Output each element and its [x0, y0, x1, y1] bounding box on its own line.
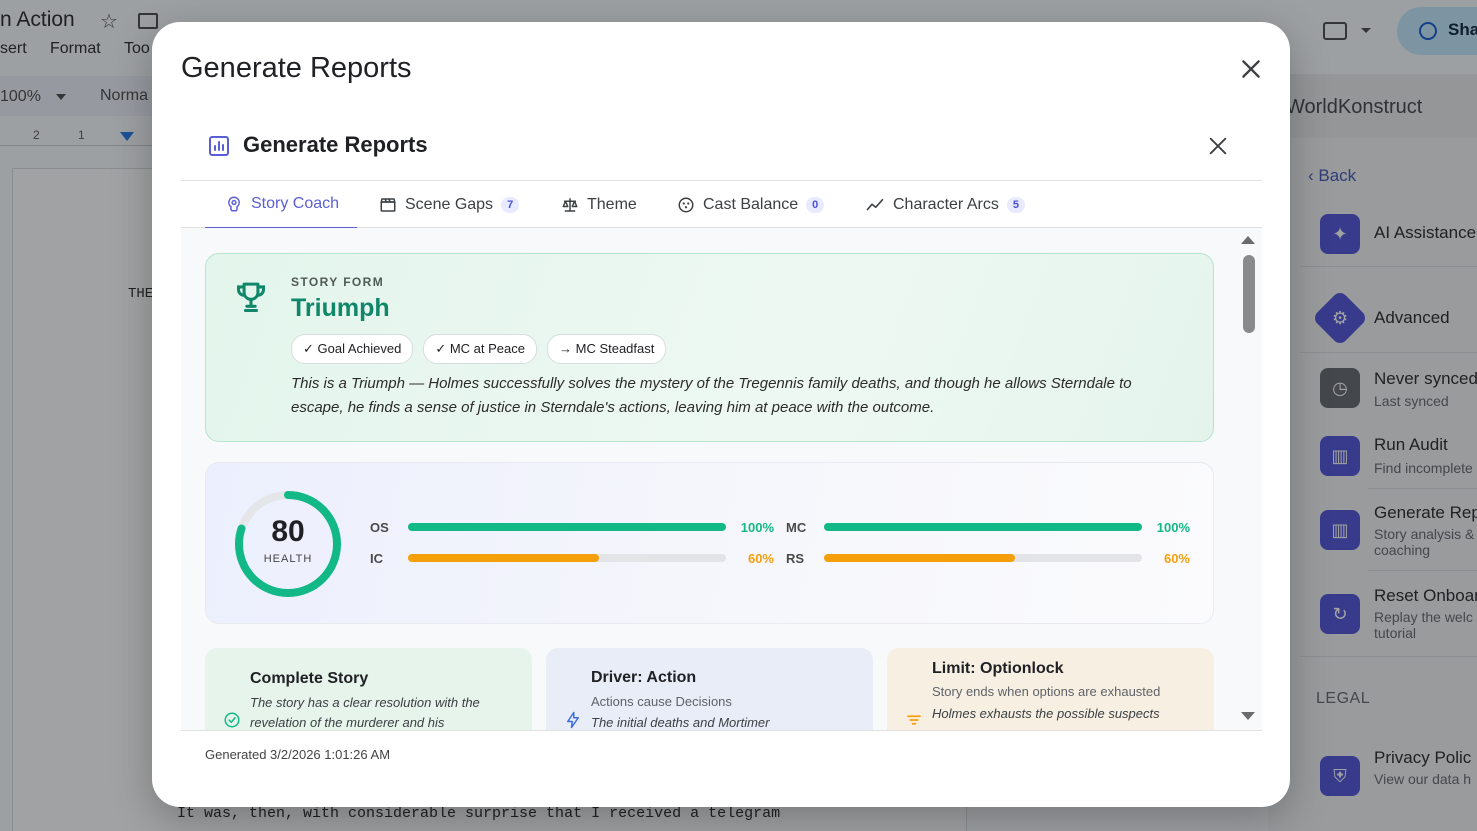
- card-subtitle: Actions cause Decisions: [591, 694, 732, 709]
- close-icon[interactable]: [1207, 135, 1229, 157]
- metric-fill: [824, 523, 1142, 531]
- metric-percent: 60%: [1163, 551, 1190, 566]
- tab-count-badge: 7: [501, 196, 520, 213]
- card-title: Limit: Optionlock: [932, 660, 1064, 677]
- generate-reports-dialog: Generate Reports Generate Reports Story …: [152, 22, 1290, 807]
- tab-story-coach[interactable]: Story Coach: [205, 181, 358, 229]
- tab-label: Story Coach: [251, 195, 340, 212]
- report-panel-title: Generate Reports: [243, 132, 428, 157]
- report-icon: [209, 136, 229, 156]
- trend-line-icon: [866, 198, 884, 210]
- story-form-card: STORY FORM Triumph ✓ Goal Achieved ✓ MC …: [205, 253, 1214, 442]
- cast-icon: [678, 197, 694, 212]
- health-score: 80: [271, 515, 305, 548]
- filter-icon: [907, 715, 921, 725]
- card-description: Holmes exhausts the possible suspects: [932, 706, 1160, 721]
- health-card: 80 HEALTH OS 100% MC 100% IC 60% RS 60%: [205, 462, 1214, 624]
- story-form-value: Triumph: [291, 294, 390, 322]
- metric-key: MC: [786, 520, 807, 535]
- scroll-down-arrow[interactable]: [1241, 712, 1255, 720]
- metric-percent: 100%: [740, 520, 774, 535]
- tab-label: Theme: [587, 195, 637, 213]
- scale-icon: [562, 197, 578, 212]
- card-description: The initial deaths and Mortimer: [591, 715, 770, 730]
- metric-track: [824, 554, 1142, 562]
- card-subtitle: Story ends when options are exhausted: [932, 684, 1161, 699]
- tab-scene-gaps[interactable]: Scene Gaps 7: [379, 181, 520, 228]
- tab-label: Character Arcs: [893, 195, 999, 213]
- metric-track: [408, 523, 726, 531]
- goal-achieved-badge: ✓ Goal Achieved: [291, 334, 414, 364]
- tab-theme[interactable]: Theme: [561, 181, 637, 228]
- metric-fill: [408, 523, 726, 531]
- metric-percent: 60%: [747, 551, 774, 566]
- tab-count-badge: 5: [1006, 196, 1025, 213]
- generated-timestamp: Generated 3/2/2026 1:01:26 AM: [205, 747, 391, 762]
- tab-label: Scene Gaps: [405, 195, 494, 213]
- lightning-icon: [567, 711, 579, 729]
- tab-character-arcs[interactable]: Character Arcs 5: [865, 181, 1025, 228]
- brain-icon: [228, 196, 240, 212]
- card-description: The story has a clear resolution with th…: [250, 695, 480, 730]
- health-label: HEALTH: [263, 553, 313, 565]
- card-title: Complete Story: [250, 670, 369, 687]
- trophy-icon: [237, 282, 265, 312]
- metric-track: [408, 554, 726, 562]
- limit-card: Limit: Optionlock Story ends when option…: [887, 648, 1214, 730]
- report-footer: Generated 3/2/2026 1:01:26 AM: [181, 730, 1262, 762]
- driver-card: Driver: Action Actions cause Decisions T…: [546, 648, 873, 730]
- metric-fill: [824, 554, 1015, 562]
- story-coach-content[interactable]: STORY FORM Triumph ✓ Goal Achieved ✓ MC …: [181, 228, 1262, 730]
- report-panel-header: Generate Reports: [181, 122, 1262, 180]
- story-form-description: This is a Triumph — Holmes successfully …: [291, 375, 1132, 416]
- check-circle-icon: [224, 712, 240, 728]
- metric-key: OS: [370, 520, 389, 535]
- close-icon[interactable]: [1238, 56, 1264, 82]
- dialog-title: Generate Reports: [181, 52, 412, 84]
- metric-track: [824, 523, 1142, 531]
- story-form-label: STORY FORM: [291, 275, 385, 289]
- metric-key: IC: [370, 551, 383, 566]
- metric-key: RS: [786, 551, 805, 566]
- tab-cast-balance[interactable]: Cast Balance 0: [677, 181, 825, 228]
- card-title: Driver: Action: [591, 669, 697, 686]
- scrollbar-thumb[interactable]: [1243, 255, 1255, 333]
- metric-fill: [408, 554, 599, 562]
- tab-label: Cast Balance: [703, 195, 799, 213]
- metric-percent: 100%: [1156, 520, 1190, 535]
- complete-story-card: Complete Story The story has a clear res…: [205, 648, 532, 730]
- scroll-up-arrow[interactable]: [1241, 236, 1255, 244]
- story-form-badges: ✓ Goal Achieved ✓ MC at Peace → MC Stead…: [291, 334, 667, 364]
- report-tabs: Story Coach Scene Gaps 7 Theme Cast Bala…: [181, 180, 1262, 229]
- clapperboard-icon: [380, 197, 396, 212]
- mc-steadfast-badge: → MC Steadfast: [547, 334, 667, 364]
- mc-at-peace-badge: ✓ MC at Peace: [423, 334, 537, 364]
- tab-count-badge: 0: [806, 196, 825, 213]
